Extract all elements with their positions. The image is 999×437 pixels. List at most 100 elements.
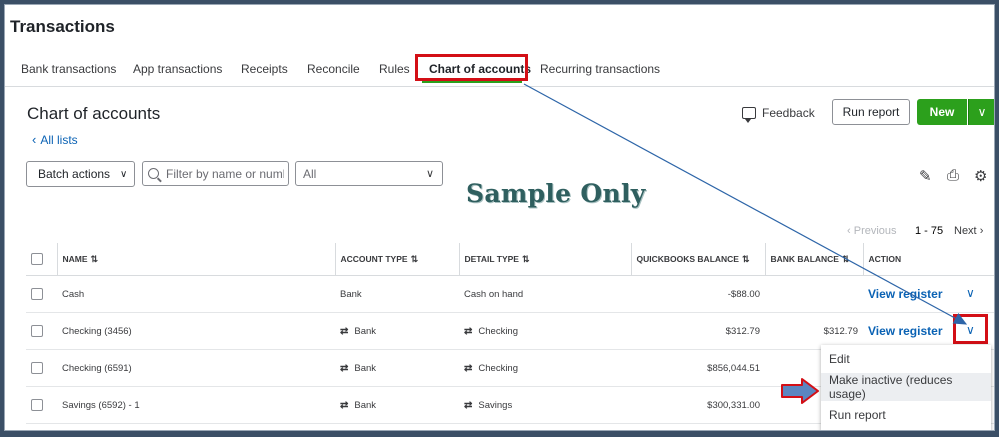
all-lists-label: All lists (40, 133, 78, 147)
column-label: QUICKBOOKS BALANCE (636, 253, 739, 264)
table-header-row: NAME ⇅ ACCOUNT TYPE ⇅ DETAIL TYPE ⇅ QUICKBO… (26, 243, 995, 276)
sort-icon: ⇅ (741, 253, 750, 264)
next-label: Next (954, 225, 977, 237)
chevron-down-icon: ∨ (977, 105, 987, 119)
table-row: Cash Bank Cash on hand -$88.00 View regi… (26, 275, 995, 313)
account-type-select-value: All (303, 166, 317, 181)
column-header-quickbooks-balance[interactable]: QUICKBOOKS BALANCE ⇅ (630, 243, 765, 276)
tab-highlight-box (415, 54, 528, 81)
account-name: Checking (6591) (57, 349, 335, 387)
sample-watermark: Sample Only (466, 179, 646, 208)
column-label: BANK BALANCE (770, 253, 839, 264)
tab-app-transactions[interactable]: App transactions (133, 62, 222, 76)
column-label: NAME (62, 253, 88, 264)
run-report-button[interactable]: Run report (832, 99, 910, 125)
previous-label: Previous (853, 225, 897, 237)
row-checkbox[interactable] (31, 362, 43, 374)
new-button[interactable]: New (917, 99, 967, 125)
detail-type: Checking (478, 325, 518, 337)
tab-bank-transactions[interactable]: Bank transactions (21, 62, 116, 76)
select-all-checkbox[interactable] (31, 253, 43, 265)
select-all-cell (26, 243, 57, 276)
chevron-right-icon: › (979, 225, 984, 237)
feedback-button[interactable]: Feedback (742, 106, 815, 123)
page-title: Transactions (10, 17, 115, 36)
transfer-icon: ⇄ (464, 399, 473, 411)
tab-rules[interactable]: Rules (379, 62, 410, 76)
gear-icon[interactable]: ⚙ (974, 167, 987, 185)
menu-item-edit[interactable]: Edit (821, 345, 991, 373)
detail-type: Checking (478, 362, 518, 374)
account-type-select[interactable]: All ∨ (295, 161, 443, 186)
column-header-detail-type[interactable]: DETAIL TYPE ⇅ (458, 243, 631, 276)
table-row: Checking (3456) ⇄ Bank ⇄ Checking $312.79 … (26, 312, 995, 350)
account-name: Savings (6592) - 1 (57, 386, 335, 424)
new-dropdown-toggle[interactable]: ∨ (968, 99, 995, 125)
previous-page-link[interactable]: ‹ Previous (847, 225, 897, 237)
tab-bar: Bank transactions App transactions Recei… (4, 54, 995, 87)
pointer-arrow-icon (781, 378, 819, 404)
account-name: Checking (3456) (57, 312, 335, 350)
transfer-icon: ⇄ (464, 362, 473, 374)
print-icon[interactable]: ⎙ (947, 167, 959, 184)
column-header-account-type[interactable]: ACCOUNT TYPE ⇅ (334, 243, 459, 276)
account-type: Bank (335, 275, 459, 313)
bank-balance: $312.79 (765, 312, 863, 350)
sort-icon: ⇅ (90, 253, 99, 264)
column-label: DETAIL TYPE (464, 253, 519, 264)
row-action-menu: Edit Make inactive (reduces usage) Run r… (821, 345, 991, 431)
row-checkbox[interactable] (31, 288, 43, 300)
account-type: Bank (354, 325, 377, 337)
filter-field[interactable] (142, 161, 289, 186)
column-header-bank-balance[interactable]: BANK BALANCE ⇅ (764, 243, 863, 276)
sort-icon: ⇅ (521, 253, 530, 264)
account-type: Bank (354, 399, 377, 411)
quickbooks-balance: -$88.00 (631, 275, 765, 313)
chevron-left-icon: ‹ (847, 225, 851, 237)
page-range: 1 - 75 (915, 225, 944, 237)
row-checkbox[interactable] (31, 399, 43, 411)
feedback-icon (742, 107, 756, 123)
quickbooks-balance: $856,044.51 (631, 349, 765, 387)
sort-icon: ⇅ (410, 253, 419, 264)
view-register-link[interactable]: View register (868, 287, 942, 301)
quickbooks-balance: $312.79 (631, 312, 765, 350)
next-page-link[interactable]: Next › (954, 225, 983, 237)
account-name: Cash (57, 275, 335, 313)
chevron-down-icon: ∨ (120, 168, 128, 180)
view-register-link[interactable]: View register (868, 324, 942, 338)
edit-icon[interactable]: ✎ (919, 167, 932, 185)
row-checkbox[interactable] (31, 325, 43, 337)
search-icon (148, 168, 159, 179)
app-window: Transactions Bank transactions App trans… (4, 4, 995, 431)
column-header-name[interactable]: NAME ⇅ (56, 243, 335, 276)
transfer-icon: ⇄ (464, 325, 473, 337)
tab-receipts[interactable]: Receipts (241, 62, 288, 76)
menu-item-make-inactive[interactable]: Make inactive (reduces usage) (821, 373, 991, 401)
column-label: ACTION (868, 254, 902, 264)
column-header-action: ACTION (862, 243, 995, 276)
filter-input[interactable] (164, 165, 286, 182)
bank-balance (765, 275, 863, 313)
sort-icon: ⇅ (841, 253, 850, 264)
all-lists-link[interactable]: ‹ All lists (32, 132, 78, 147)
chevron-down-icon[interactable]: ∨ (966, 286, 975, 300)
batch-actions-label: Batch actions (38, 167, 111, 181)
account-type: Bank (354, 362, 377, 374)
tab-recurring-transactions[interactable]: Recurring transactions (540, 62, 660, 76)
detail-type: Savings (478, 399, 513, 411)
column-label: ACCOUNT TYPE (340, 253, 408, 264)
transfer-icon: ⇄ (340, 399, 349, 411)
menu-item-run-report[interactable]: Run report (821, 401, 991, 429)
tab-reconcile[interactable]: Reconcile (307, 62, 360, 76)
row-caret-highlight-box (953, 314, 988, 344)
feedback-label: Feedback (762, 106, 815, 120)
transfer-icon: ⇄ (340, 362, 349, 374)
batch-actions-button[interactable]: Batch actions ∨ (26, 161, 135, 187)
chevron-left-icon: ‹ (32, 132, 37, 147)
detail-type: Cash on hand (459, 275, 631, 313)
section-title: Chart of accounts (27, 104, 161, 123)
transfer-icon: ⇄ (340, 325, 349, 337)
action-cell: View register ∨ (863, 275, 995, 313)
chevron-down-icon: ∨ (425, 168, 434, 180)
